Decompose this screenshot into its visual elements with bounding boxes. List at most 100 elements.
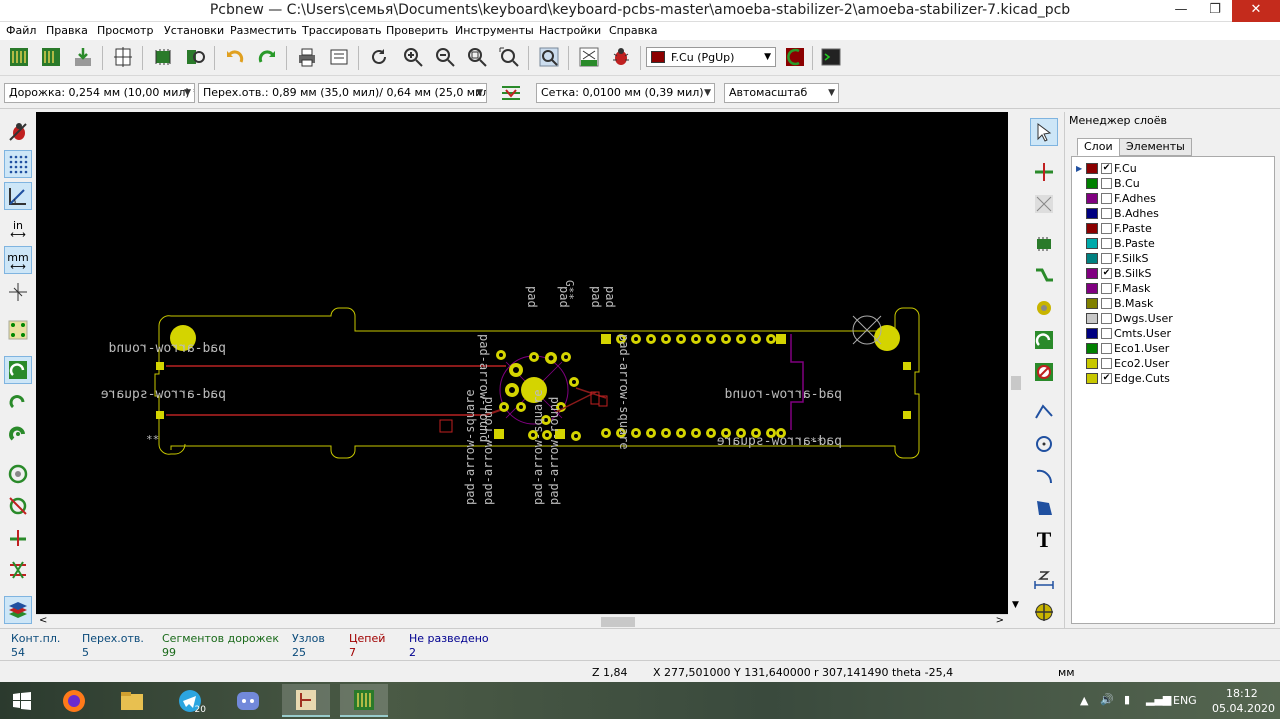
layer-row-fcu[interactable]: ▶ ✔ F.Cu: [1076, 161, 1137, 175]
layer-pair-icon[interactable]: [782, 44, 808, 70]
menu-route[interactable]: Трассировать: [302, 24, 382, 37]
layer-row-edgecuts[interactable]: ✔ Edge.Cuts: [1076, 371, 1170, 385]
menu-place[interactable]: Разместить: [230, 24, 297, 37]
track-sketch-icon[interactable]: [4, 524, 32, 552]
layer-color-swatch[interactable]: [1086, 252, 1098, 264]
layer-row-badhes[interactable]: B.Adhes: [1076, 206, 1159, 220]
layer-visibility-checkbox[interactable]: [1101, 177, 1112, 189]
redo-icon[interactable]: [254, 44, 280, 70]
auto-track-width-icon[interactable]: [498, 79, 524, 105]
scroll-right-icon[interactable]: >: [996, 615, 1004, 626]
active-layer-select[interactable]: F.Cu (PgUp) ▼: [646, 47, 776, 67]
zone-outline-icon[interactable]: [4, 388, 32, 416]
layers-manager-icon[interactable]: [4, 596, 32, 624]
layer-visibility-checkbox[interactable]: [1101, 282, 1112, 294]
file-explorer-icon[interactable]: [108, 684, 156, 717]
layer-row-fadhes[interactable]: F.Adhes: [1076, 191, 1156, 205]
layer-row-eco1[interactable]: Eco1.User: [1076, 341, 1169, 355]
draw-arc-icon[interactable]: [1030, 462, 1058, 490]
layer-visibility-checkbox[interactable]: [1101, 222, 1112, 234]
scroll-thumb[interactable]: [1011, 376, 1021, 390]
layer-visibility-checkbox[interactable]: [1101, 237, 1112, 249]
layer-row-cmts[interactable]: Cmts.User: [1076, 326, 1171, 340]
add-zone-icon[interactable]: [1030, 326, 1058, 354]
drc-bug-icon[interactable]: [608, 44, 634, 70]
restore-button[interactable]: ❐: [1198, 0, 1232, 22]
cursor-shape-icon[interactable]: [4, 278, 32, 306]
page-settings-icon[interactable]: [110, 44, 136, 70]
local-ratsnest-icon[interactable]: [1030, 190, 1058, 218]
zoom-select[interactable]: Автомасштаб ▼: [724, 83, 839, 103]
layer-color-swatch[interactable]: [1086, 207, 1098, 219]
layer-row-bpaste[interactable]: B.Paste: [1076, 236, 1155, 250]
save-icon[interactable]: [70, 44, 96, 70]
menu-setup[interactable]: Установки: [164, 24, 224, 37]
footprint-editor-icon[interactable]: [150, 44, 176, 70]
high-contrast-icon[interactable]: [4, 556, 32, 584]
layer-row-fsilks[interactable]: F.SilkS: [1076, 251, 1149, 265]
layer-color-swatch[interactable]: [1086, 372, 1098, 384]
add-via-icon[interactable]: [1030, 294, 1058, 322]
layer-color-swatch[interactable]: [1086, 192, 1098, 204]
layer-color-swatch[interactable]: [1086, 222, 1098, 234]
menu-edit[interactable]: Правка: [46, 24, 88, 37]
layer-visibility-checkbox[interactable]: [1101, 357, 1112, 369]
layer-color-swatch[interactable]: [1086, 357, 1098, 369]
layer-row-fpaste[interactable]: F.Paste: [1076, 221, 1152, 235]
drc-off-icon[interactable]: [4, 118, 32, 146]
zoom-out-icon[interactable]: [432, 44, 458, 70]
layer-visibility-checkbox[interactable]: ✔: [1101, 267, 1112, 279]
zone-fill-icon[interactable]: [4, 420, 32, 448]
draw-polygon-icon[interactable]: [1030, 494, 1058, 522]
battery-icon[interactable]: ▮: [1124, 693, 1130, 706]
layer-visibility-checkbox[interactable]: [1101, 327, 1112, 339]
layer-row-bmask[interactable]: B.Mask: [1076, 296, 1153, 310]
show-ratsnest-icon[interactable]: [4, 316, 32, 344]
layer-color-swatch[interactable]: [1086, 312, 1098, 324]
track-width-select[interactable]: Дорожка: 0,254 мм (10,00 мил) * ▼: [4, 83, 195, 103]
minimize-button[interactable]: —: [1164, 0, 1198, 22]
layer-row-bsilks[interactable]: ✔ B.SilkS: [1076, 266, 1152, 280]
layer-color-swatch[interactable]: [1086, 297, 1098, 309]
layer-visibility-checkbox[interactable]: ✔: [1101, 372, 1112, 384]
tab-layers[interactable]: Слои: [1077, 138, 1120, 156]
pad-sketch-icon[interactable]: [4, 460, 32, 488]
plot-icon[interactable]: [326, 44, 352, 70]
via-size-select[interactable]: Перех.отв.: 0,89 мм (35,0 мил)/ 0,64 мм …: [198, 83, 487, 103]
add-text-icon[interactable]: T: [1030, 526, 1058, 554]
layer-visibility-checkbox[interactable]: [1101, 342, 1112, 354]
pcbnew-taskbar-icon[interactable]: [340, 684, 388, 717]
scroll-left-icon[interactable]: <: [39, 615, 47, 626]
clock-date[interactable]: 05.04.2020: [1212, 702, 1275, 715]
keepout-zone-icon[interactable]: [1030, 358, 1058, 386]
units-inches-button[interactable]: in ⟷: [4, 214, 32, 242]
draw-line-icon[interactable]: [1030, 398, 1058, 426]
layer-color-swatch[interactable]: [1086, 342, 1098, 354]
place-origin-icon[interactable]: [1030, 598, 1058, 626]
grid-toggle-icon[interactable]: [4, 150, 32, 178]
network-icon[interactable]: ▂▄▆: [1146, 693, 1171, 706]
layer-color-swatch[interactable]: [1086, 282, 1098, 294]
scroll-thumb[interactable]: [601, 617, 635, 627]
netlist-icon[interactable]: [576, 44, 602, 70]
layer-color-swatch[interactable]: [1086, 327, 1098, 339]
menu-tools[interactable]: Инструменты: [455, 24, 534, 37]
add-dimension-icon[interactable]: [1030, 566, 1058, 594]
grid-select[interactable]: Сетка: 0,0100 мм (0,39 мил) ▼: [536, 83, 715, 103]
layer-visibility-checkbox[interactable]: [1101, 207, 1112, 219]
tray-overflow-icon[interactable]: ▲: [1080, 694, 1088, 707]
menu-inspect[interactable]: Проверить: [386, 24, 448, 37]
layer-row-dwgs[interactable]: Dwgs.User: [1076, 311, 1173, 325]
show-zones-icon[interactable]: [4, 356, 32, 384]
tab-items[interactable]: Элементы: [1119, 138, 1192, 156]
layer-visibility-checkbox[interactable]: [1101, 297, 1112, 309]
board-setup-icon[interactable]: [6, 44, 32, 70]
highlight-net-icon[interactable]: [1030, 158, 1058, 186]
volume-icon[interactable]: 🔊: [1100, 693, 1114, 706]
kicad-icon[interactable]: [282, 684, 330, 717]
python-console-icon[interactable]: [818, 44, 844, 70]
select-tool-icon[interactable]: [1030, 118, 1058, 146]
print-icon[interactable]: [294, 44, 320, 70]
zoom-in-icon[interactable]: [400, 44, 426, 70]
layer-row-eco2[interactable]: Eco2.User: [1076, 356, 1169, 370]
